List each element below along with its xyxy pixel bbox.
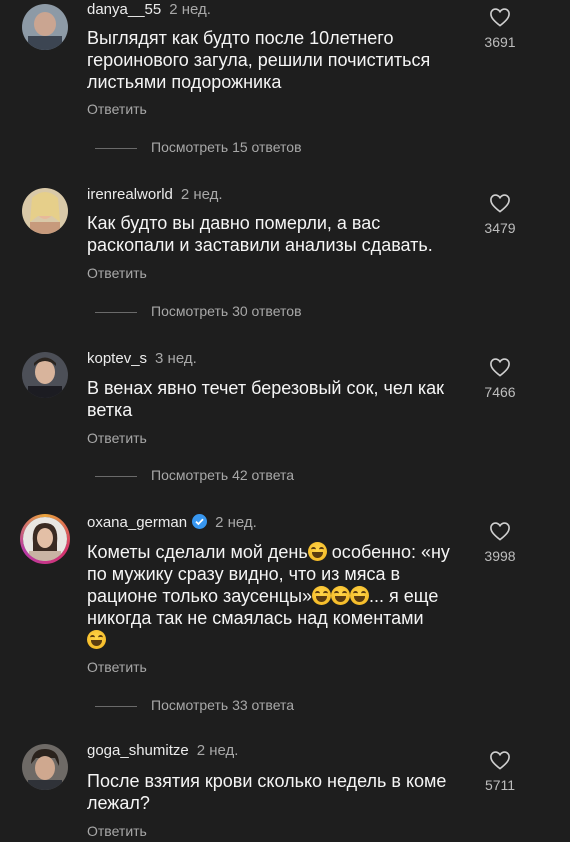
- heart-outline-icon: [490, 194, 510, 213]
- tears-of-joy-emoji: [350, 586, 370, 605]
- like-count: 5711: [484, 777, 516, 793]
- divider-line: [95, 147, 137, 149]
- avatar[interactable]: [22, 744, 68, 790]
- view-replies-label: Посмотреть 30 ответов: [151, 303, 302, 319]
- heart-outline-icon: [490, 8, 510, 27]
- like-button[interactable]: 5711: [478, 750, 522, 793]
- reply-button[interactable]: Ответить: [87, 823, 147, 839]
- timestamp: 2 нед.: [215, 514, 257, 531]
- tears-of-joy-emoji: [87, 630, 106, 649]
- like-button[interactable]: 3998: [478, 521, 522, 564]
- tears-of-joy-emoji: [307, 542, 327, 561]
- username[interactable]: oxana_german: [87, 514, 187, 531]
- avatar[interactable]: [22, 352, 68, 398]
- comment-header: oxana_german 2 нед.: [87, 514, 257, 531]
- view-replies-label: Посмотреть 33 ответа: [151, 697, 295, 713]
- timestamp: 2 нед.: [169, 1, 211, 18]
- like-count: 3691: [484, 34, 516, 50]
- comment-text-part: Кометы сделали мой день: [87, 542, 308, 562]
- timestamp: 2 нед.: [180, 186, 223, 203]
- reply-button[interactable]: Ответить: [87, 265, 147, 281]
- divider-line: [95, 705, 137, 707]
- timestamp: 3 нед.: [155, 350, 197, 367]
- reply-button[interactable]: Ответить: [87, 101, 147, 117]
- avatar-story-ring[interactable]: [20, 514, 70, 564]
- like-count: 7466: [484, 384, 516, 400]
- comment-text: Кометы сделали мой день особенно: «ну по…: [87, 541, 467, 651]
- comment-text: После взятия крови сколько недель в коме…: [87, 771, 452, 813]
- avatar: [23, 517, 67, 561]
- comment-text: В венах явно течет березовый сок, чел ка…: [87, 378, 450, 420]
- like-count: 3998: [484, 548, 516, 564]
- divider-line: [95, 311, 137, 313]
- comment-text: Как будто вы давно померли, а вас раскоп…: [87, 213, 433, 255]
- heart-outline-icon: [490, 358, 510, 377]
- avatar[interactable]: [22, 188, 68, 234]
- timestamp: 2 нед.: [196, 742, 239, 759]
- like-button[interactable]: 7466: [478, 357, 522, 400]
- username[interactable]: goga_shumitze: [87, 742, 189, 759]
- heart-outline-icon: [490, 522, 510, 541]
- view-replies-label: Посмотреть 42 ответа: [151, 467, 295, 483]
- view-replies-label: Посмотреть 15 ответов: [151, 139, 302, 155]
- comment-header: koptev_s 3 нед.: [87, 350, 197, 367]
- like-count: 3479: [484, 220, 516, 236]
- heart-outline-icon: [490, 751, 510, 770]
- divider-line: [95, 475, 137, 477]
- reply-button[interactable]: Ответить: [87, 659, 147, 675]
- like-button[interactable]: 3691: [478, 7, 522, 50]
- like-button[interactable]: 3479: [478, 193, 522, 236]
- username[interactable]: irenrealworld: [87, 186, 173, 203]
- view-replies-button[interactable]: Посмотреть 15 ответов: [87, 139, 302, 155]
- comment-text: Выглядят как будто после 10летнего герои…: [87, 28, 436, 92]
- view-replies-button[interactable]: Посмотреть 33 ответа: [87, 697, 294, 713]
- comment-header: irenrealworld 2 нед.: [87, 186, 223, 203]
- verified-badge-icon: [192, 514, 208, 529]
- comment-header: danya__55 2 нед.: [87, 1, 211, 18]
- comment-header: goga_shumitze 2 нед.: [87, 742, 238, 759]
- username[interactable]: danya__55: [87, 1, 161, 18]
- reply-button[interactable]: Ответить: [87, 430, 147, 446]
- tears-of-joy-emoji: [331, 586, 351, 605]
- avatar[interactable]: [22, 4, 68, 50]
- view-replies-button[interactable]: Посмотреть 42 ответа: [87, 467, 294, 483]
- view-replies-button[interactable]: Посмотреть 30 ответов: [87, 303, 302, 319]
- tears-of-joy-emoji: [312, 586, 332, 605]
- username[interactable]: koptev_s: [87, 350, 147, 367]
